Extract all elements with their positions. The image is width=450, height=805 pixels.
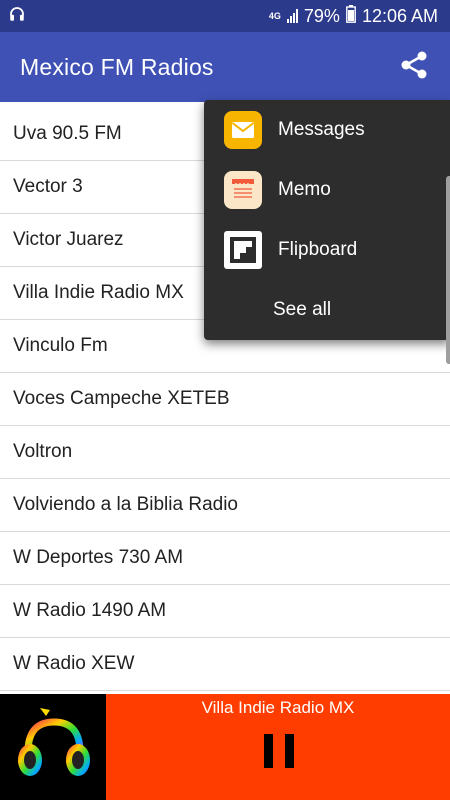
battery-icon <box>346 4 356 28</box>
list-item[interactable]: W Deportes 730 AM <box>0 532 450 585</box>
clock: 12:06 AM <box>361 5 438 26</box>
pause-button[interactable] <box>262 734 296 768</box>
list-item[interactable]: Voltron <box>0 426 450 479</box>
share-option-flipboard[interactable]: Flipboard <box>204 220 450 280</box>
player-bar: Villa Indie Radio MX <box>0 694 450 800</box>
station-name: Vinculo Fm <box>13 335 108 356</box>
station-name: Volviendo a la Biblia Radio <box>13 494 238 515</box>
popup-scroll-edge <box>446 176 450 364</box>
station-name: W Radio 1490 AM <box>13 600 167 621</box>
station-name: Villa Indie Radio MX <box>13 282 184 303</box>
share-option-label: Flipboard <box>278 239 358 260</box>
station-name: Voltron <box>13 441 73 462</box>
station-name: W Deportes 730 AM <box>13 547 184 568</box>
share-menu: Messages Memo Flipboard See all <box>204 100 450 364</box>
signal-icon <box>286 9 298 23</box>
pause-icon-bar <box>285 734 294 768</box>
list-item[interactable]: W Radio 1490 AM <box>0 585 450 638</box>
share-option-see-all[interactable]: See all <box>204 280 450 340</box>
status-bar: 4G 79% 12:06 AM <box>0 0 450 32</box>
station-name: W Radio XEW <box>13 653 135 674</box>
station-name: Voces Campeche XETEB <box>13 388 230 409</box>
share-icon <box>398 49 430 86</box>
share-button[interactable] <box>396 49 432 85</box>
share-option-label: Messages <box>278 119 365 140</box>
app-title: Mexico FM Radios <box>20 53 214 80</box>
app-bar: Mexico FM Radios <box>0 32 450 102</box>
list-item[interactable]: Volviendo a la Biblia Radio <box>0 479 450 532</box>
share-option-memo[interactable]: Memo <box>204 160 450 220</box>
see-all-label: See all <box>273 299 332 320</box>
headphones-icon <box>8 5 26 28</box>
station-name: Uva 90.5 FM <box>13 123 122 144</box>
battery-percent: 79% <box>303 5 340 26</box>
share-option-label: Memo <box>278 179 331 200</box>
network-type: 4G <box>268 10 281 21</box>
list-item[interactable]: Voces Campeche XETEB <box>0 373 450 426</box>
station-name: Vector 3 <box>13 176 83 197</box>
share-option-messages[interactable]: Messages <box>204 100 450 160</box>
station-name: Victor Juarez <box>13 229 124 250</box>
flipboard-icon <box>224 231 262 269</box>
messages-icon <box>224 111 262 149</box>
list-item[interactable]: W Radio XEW <box>0 638 450 691</box>
pause-icon-bar <box>264 734 273 768</box>
album-art <box>0 694 106 800</box>
memo-icon <box>224 171 262 209</box>
now-playing-title: Villa Indie Radio MX <box>201 698 355 717</box>
